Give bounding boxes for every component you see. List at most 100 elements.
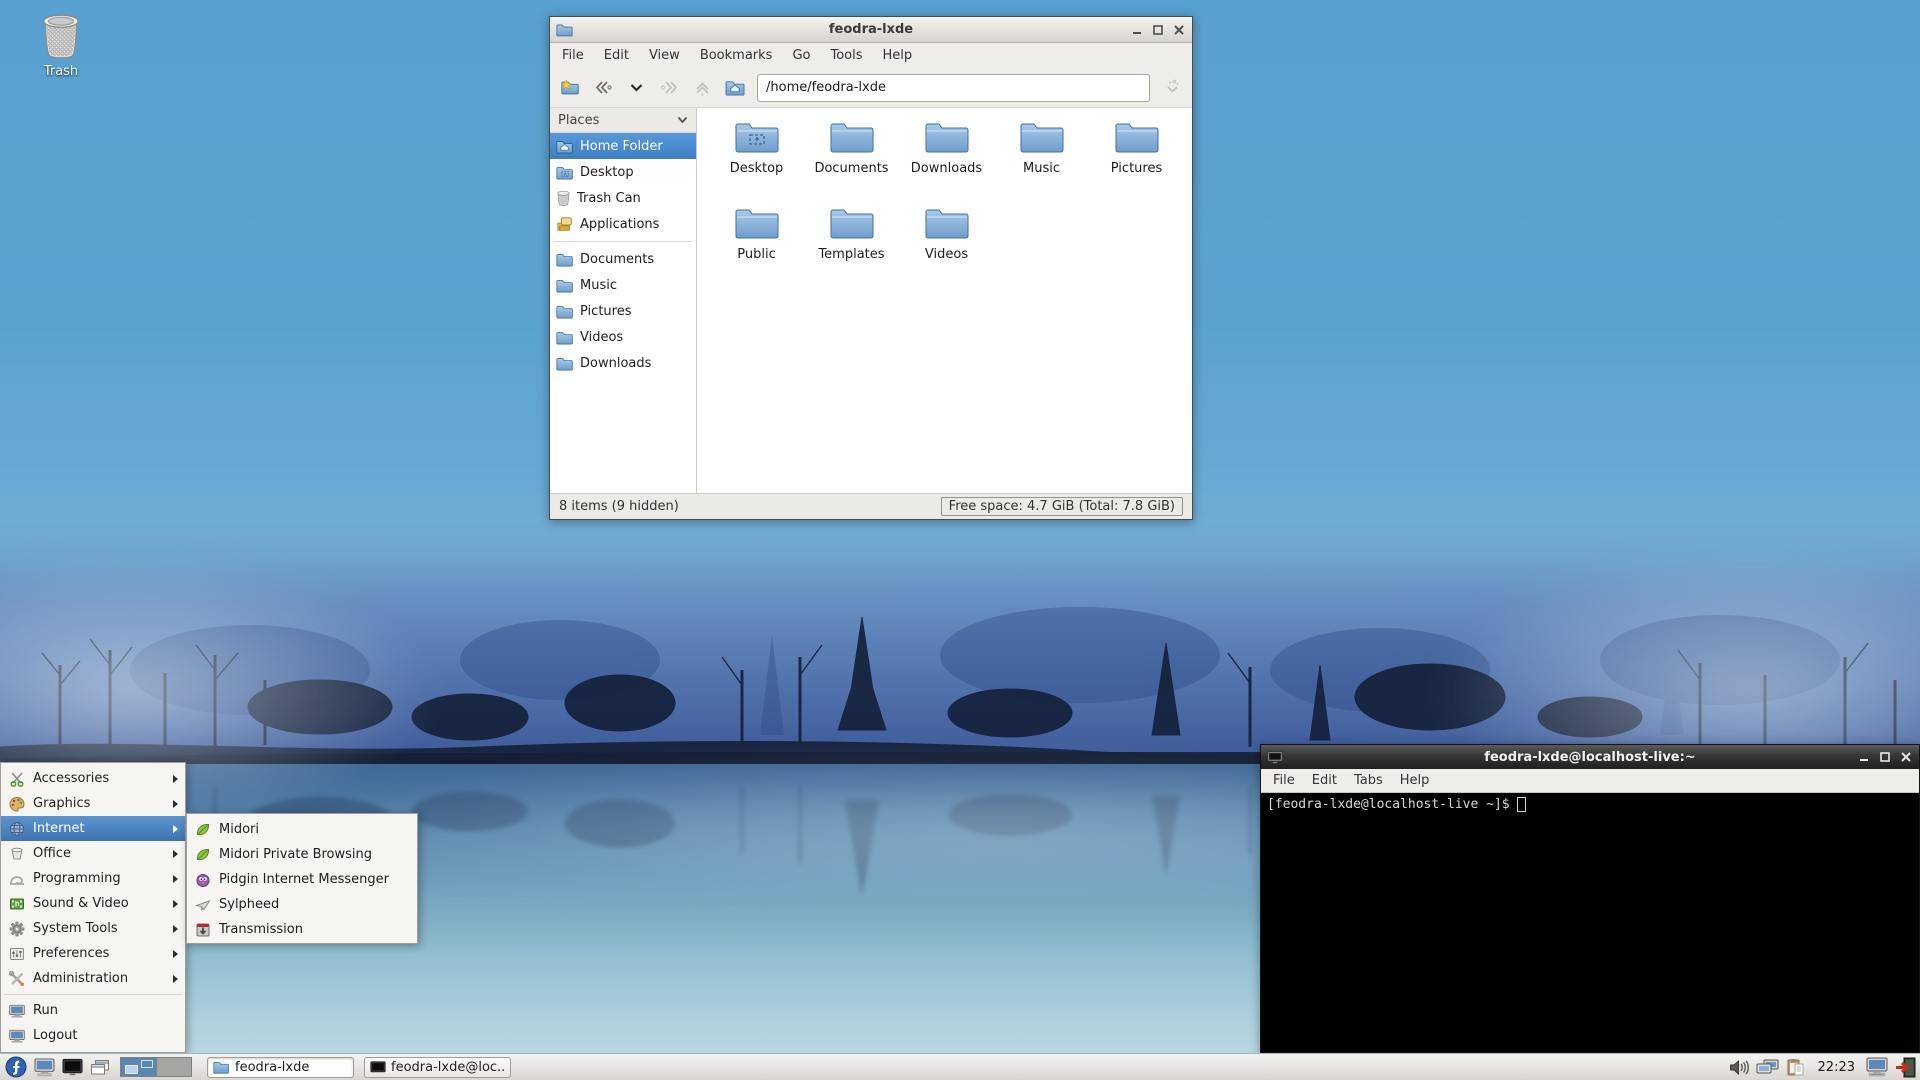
terminal-screen[interactable]: [feodra-lxde@localhost-live ~]$: [1261, 793, 1919, 1052]
folder-icon: [925, 123, 968, 153]
taskbar-task-file-manager[interactable]: feodra-lxde: [207, 1056, 354, 1078]
folder-item-public[interactable]: Public: [709, 204, 804, 290]
path-input[interactable]: [757, 73, 1150, 102]
start-menu-button[interactable]: [3, 1055, 29, 1080]
workspace-pager[interactable]: [120, 1057, 192, 1077]
folder-item-music[interactable]: Music: [994, 118, 1089, 204]
sidebar-item-music[interactable]: Music: [550, 272, 696, 298]
submenu-item-sylpheed[interactable]: Sylpheed: [187, 892, 417, 917]
menu-item-sound-video[interactable]: Sound & Video: [1, 891, 185, 916]
sidebar-item-home-folder[interactable]: Home Folder: [550, 133, 696, 159]
items-count: 8 items (9 hidden): [559, 499, 679, 514]
sidebar-item-downloads[interactable]: Downloads: [550, 350, 696, 376]
maximize-button[interactable]: [1151, 23, 1165, 37]
sidebar-item-videos[interactable]: Videos: [550, 324, 696, 350]
terminal-titlebar[interactable]: feodra-lxde@localhost-live:~: [1261, 745, 1919, 769]
folder-item-desktop[interactable]: Desktop: [709, 118, 804, 204]
leaf-icon: [194, 821, 211, 838]
folder-item-templates[interactable]: Templates: [804, 204, 899, 290]
terminal-window: feodra-lxde@localhost-live:~ File Edit T…: [1260, 744, 1920, 1053]
desktop-trash-icon[interactable]: Trash: [28, 12, 94, 79]
menu-file[interactable]: File: [562, 48, 584, 63]
submenu-item-midori-private[interactable]: Midori Private Browsing: [187, 842, 417, 867]
menu-item-accessories[interactable]: Accessories: [1, 766, 185, 791]
menu-edit[interactable]: Edit: [604, 48, 629, 63]
menu-item-office[interactable]: Office: [1, 841, 185, 866]
taskbar-task-terminal[interactable]: feodra-lxde@loc...: [364, 1056, 511, 1078]
menu-item-run[interactable]: Run: [1, 998, 185, 1023]
sidebar-item-desktop[interactable]: Desktop: [550, 159, 696, 185]
menu-help[interactable]: Help: [883, 48, 913, 63]
minimize-button[interactable]: [1857, 750, 1871, 764]
folder-icon: [556, 357, 573, 370]
menu-item-internet[interactable]: Internet: [1, 816, 185, 841]
history-dropdown-button[interactable]: [625, 77, 647, 99]
places-header[interactable]: Places: [550, 108, 696, 133]
file-manager-toolbar: [550, 68, 1192, 108]
menu-tabs[interactable]: Tabs: [1354, 773, 1383, 788]
new-tab-button[interactable]: [559, 77, 581, 99]
volume-icon[interactable]: [1728, 1055, 1752, 1079]
chevron-down-icon: [677, 116, 688, 124]
sidebar-item-pictures[interactable]: Pictures: [550, 298, 696, 324]
leaf-icon: [194, 846, 211, 863]
trash-can-icon: [43, 14, 79, 59]
menu-go[interactable]: Go: [792, 48, 810, 63]
workspace-2[interactable]: [155, 1058, 191, 1076]
internet-submenu: Midori Midori Private Browsing Pidgin In…: [186, 813, 418, 944]
folder-icon: [556, 331, 573, 344]
iconify-all-button[interactable]: [87, 1055, 113, 1080]
terminal-icon: [61, 1058, 83, 1076]
clipboard-icon[interactable]: [1784, 1055, 1808, 1079]
monitor-icon: [8, 1027, 25, 1044]
logout-icon[interactable]: [1893, 1055, 1917, 1079]
folder-item-pictures[interactable]: Pictures: [1089, 118, 1184, 204]
menu-tools[interactable]: Tools: [830, 48, 862, 63]
back-button[interactable]: [592, 77, 614, 99]
submenu-item-pidgin[interactable]: Pidgin Internet Messenger: [187, 867, 417, 892]
menu-item-logout[interactable]: Logout: [1, 1023, 185, 1048]
maximize-button[interactable]: [1878, 750, 1892, 764]
submenu-item-transmission[interactable]: Transmission: [187, 917, 417, 942]
folder-item-documents[interactable]: Documents: [804, 118, 899, 204]
file-manager-titlebar[interactable]: feodra-lxde: [550, 17, 1192, 43]
minimize-button[interactable]: [1130, 23, 1144, 37]
folder-icon: [1115, 123, 1158, 153]
menu-item-administration[interactable]: Administration: [1, 966, 185, 991]
close-button[interactable]: [1172, 23, 1186, 37]
menu-item-system-tools[interactable]: System Tools: [1, 916, 185, 941]
sidebar-item-trash-can[interactable]: Trash Can: [550, 185, 696, 211]
menu-view[interactable]: View: [649, 48, 680, 63]
desktop-monitor-icon: [34, 1057, 54, 1076]
terminal-launcher[interactable]: [59, 1055, 85, 1080]
menu-bookmarks[interactable]: Bookmarks: [700, 48, 773, 63]
close-button[interactable]: [1899, 750, 1913, 764]
folder-item-downloads[interactable]: Downloads: [899, 118, 994, 204]
palette-icon: [8, 795, 25, 812]
jump-to-button[interactable]: [1161, 77, 1183, 99]
submenu-item-midori[interactable]: Midori: [187, 817, 417, 842]
home-button[interactable]: [724, 77, 746, 99]
sidebar-item-applications[interactable]: Applications: [550, 211, 696, 237]
up-button[interactable]: [691, 77, 713, 99]
menu-help[interactable]: Help: [1400, 773, 1430, 788]
forward-button[interactable]: [658, 77, 680, 99]
menu-item-programming[interactable]: Programming: [1, 866, 185, 891]
file-manager-window: feodra-lxde File Edit View Bookmarks Go …: [549, 16, 1193, 520]
taskbar-clock[interactable]: 22:23: [1818, 1060, 1855, 1075]
applications-icon: [557, 217, 572, 231]
fedora-logo-icon: [5, 1056, 27, 1078]
menu-edit[interactable]: Edit: [1312, 773, 1337, 788]
sidebar-item-documents[interactable]: Documents: [550, 246, 696, 272]
screensaver-icon[interactable]: [1865, 1055, 1889, 1079]
window-title: feodra-lxde: [828, 22, 914, 37]
menu-item-graphics[interactable]: Graphics: [1, 791, 185, 816]
file-manager-launcher[interactable]: [31, 1055, 57, 1080]
workspace-1[interactable]: [121, 1058, 156, 1076]
menu-item-preferences[interactable]: Preferences: [1, 941, 185, 966]
desktop-folder-icon: [735, 123, 778, 153]
menu-file[interactable]: File: [1273, 773, 1295, 788]
network-icon[interactable]: [1756, 1055, 1780, 1079]
folder-icon: [556, 253, 573, 266]
folder-item-videos[interactable]: Videos: [899, 204, 994, 290]
